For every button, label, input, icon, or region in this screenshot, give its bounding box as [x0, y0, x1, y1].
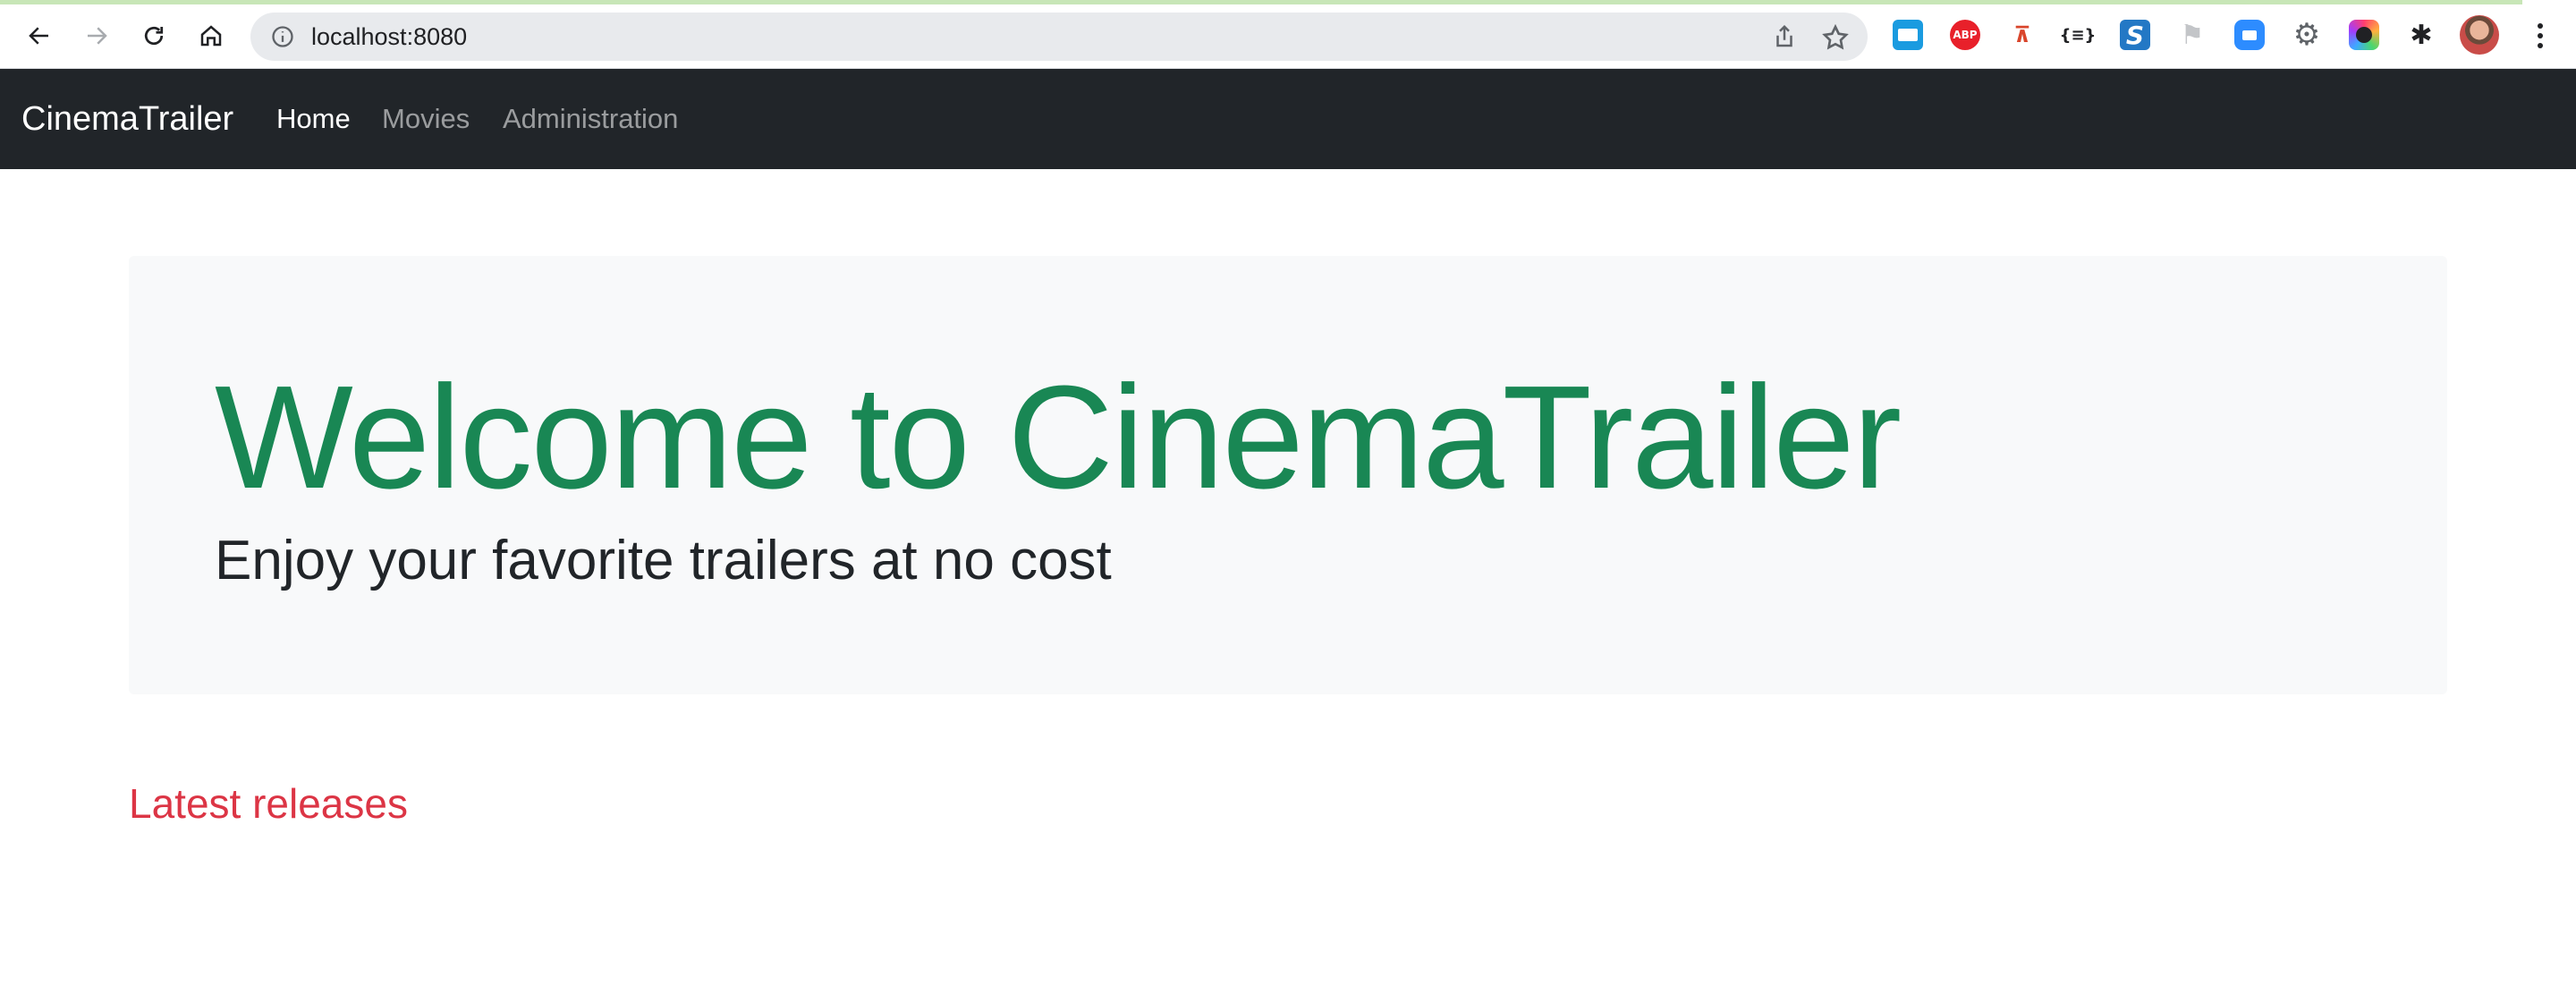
forward-button[interactable] [77, 16, 116, 55]
back-button[interactable] [20, 16, 59, 55]
browser-toolbar: localhost:8080 ABP ⊼ {≡} S ⚑ ⚙ ✱ [0, 0, 2576, 69]
hero-title: Welcome to CinemaTrailer [215, 355, 1902, 519]
bookmark-star-icon[interactable] [1821, 23, 1850, 52]
arrow-right-icon [88, 27, 107, 45]
home-icon [200, 25, 222, 47]
extensions-puzzle-icon[interactable]: ✱ [2406, 20, 2436, 51]
latest-releases-heading: Latest releases [129, 780, 408, 827]
zoom-extension-icon[interactable] [2234, 20, 2265, 50]
reload-icon [144, 26, 164, 46]
adblock-plus-icon[interactable]: ABP [1950, 20, 1980, 50]
url-text[interactable]: localhost:8080 [311, 25, 467, 49]
site-navbar: CinemaTrailer Home Movies Administration [0, 69, 2576, 169]
home-button[interactable] [191, 16, 231, 55]
window-extension-icon[interactable] [1893, 20, 1923, 50]
color-picker-extension-icon[interactable] [2349, 20, 2379, 50]
json-formatter-icon[interactable]: {≡} [2060, 20, 2097, 50]
hero-subtitle: Enjoy your favorite trailers at no cost [215, 530, 1112, 591]
nav-link-home[interactable]: Home [276, 104, 351, 134]
profile-avatar[interactable] [2460, 15, 2499, 55]
hero-jumbotron: Welcome to CinemaTrailer Enjoy your favo… [129, 256, 2447, 694]
arrow-left-icon [29, 27, 48, 45]
nav-link-administration[interactable]: Administration [503, 104, 678, 134]
address-bar[interactable]: localhost:8080 [250, 13, 1868, 61]
nav-link-movies[interactable]: Movies [382, 104, 470, 134]
reload-button[interactable] [134, 16, 174, 55]
flag-extension-icon[interactable]: ⚑ [2177, 20, 2207, 51]
browser-menu-icon[interactable] [2524, 16, 2556, 55]
sitemap-extension-icon[interactable]: ⊼ [2007, 20, 2038, 50]
s-extension-icon[interactable]: S [2120, 20, 2150, 50]
gear-extension-icon[interactable]: ⚙ [2292, 17, 2322, 53]
info-icon[interactable] [270, 24, 295, 49]
navbar-brand[interactable]: CinemaTrailer [21, 100, 233, 138]
page-load-progress-bar [0, 0, 2522, 4]
share-icon[interactable] [1771, 23, 1798, 50]
